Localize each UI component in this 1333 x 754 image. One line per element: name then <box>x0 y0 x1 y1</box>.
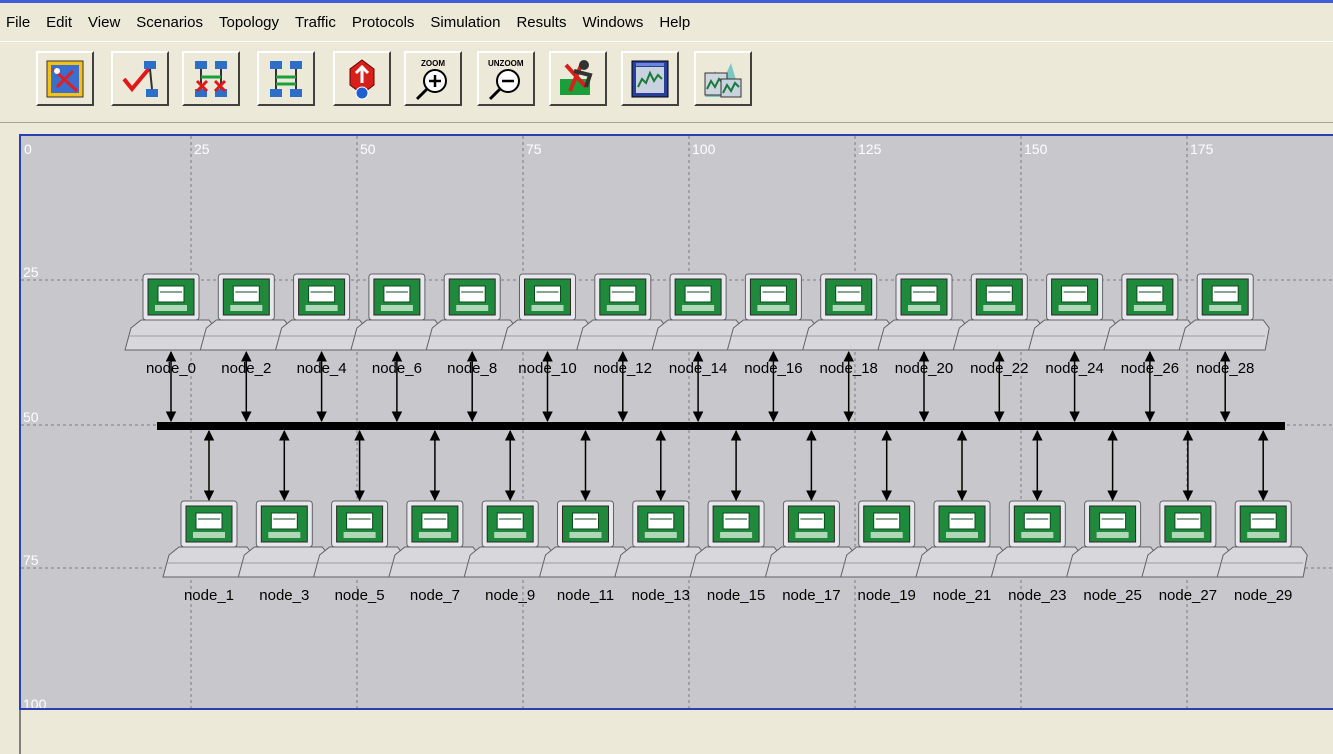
x-tick-label: 75 <box>526 141 542 157</box>
menu-file[interactable]: File <box>6 14 30 31</box>
workstation-node-0[interactable]: node_0 <box>124 273 216 377</box>
node-label: node_27 <box>1159 587 1217 604</box>
recover-links-icon <box>270 60 302 97</box>
run-simulation-icon <box>560 59 593 95</box>
workstation-node-10[interactable]: node_10 <box>500 273 593 377</box>
palette-icon <box>46 60 84 97</box>
recover-links-button[interactable] <box>257 51 315 106</box>
x-tick-label: 175 <box>1190 141 1214 157</box>
y-tick-label: 50 <box>23 409 39 425</box>
menu-bar: File Edit View Scenarios Topology Traffic Prot… <box>0 3 1333 41</box>
workstation-node-2[interactable]: node_2 <box>199 273 291 377</box>
workstation-node-20[interactable]: node_20 <box>877 273 969 377</box>
failed-links-button[interactable] <box>182 51 240 106</box>
palette-button[interactable] <box>36 51 94 106</box>
unzoom-icon: UNZOOM <box>488 59 524 100</box>
node-label: node_3 <box>259 587 309 604</box>
x-tick-label: 100 <box>692 141 716 157</box>
view-results-button[interactable] <box>621 51 679 106</box>
node-label: node_5 <box>335 587 385 604</box>
node-label: node_11 <box>557 587 614 604</box>
svg-text:UNZOOM: UNZOOM <box>488 59 524 68</box>
workstation-node-4[interactable]: node_4 <box>274 273 367 377</box>
workstation-node-27[interactable]: node_27 <box>1141 500 1233 604</box>
svg-text:ZOOM: ZOOM <box>421 59 445 68</box>
workstation-node-6[interactable]: node_6 <box>350 273 442 377</box>
implement-icon <box>349 58 375 99</box>
view-results-icon <box>631 60 669 97</box>
node-label: node_17 <box>782 587 840 604</box>
failed-links-icon <box>195 60 227 97</box>
workstation-node-14[interactable]: node_14 <box>651 273 743 377</box>
menu-topology[interactable]: Topology <box>219 14 279 31</box>
run-simulation-button[interactable] <box>549 51 607 106</box>
unzoom-button[interactable]: UNZOOM <box>477 51 535 106</box>
x-tick-label: 50 <box>360 141 376 157</box>
x-tick-label: 25 <box>194 141 210 157</box>
workstation-node-12[interactable]: node_12 <box>576 273 668 377</box>
node-label: node_1 <box>184 587 234 604</box>
workstation-node-13[interactable]: node_13 <box>614 500 706 604</box>
menu-help[interactable]: Help <box>659 14 690 31</box>
network-canvas[interactable]: 0 25 50 75 100 125 150 175255075100node_0 node_2… <box>21 136 1333 710</box>
y-tick-label: 25 <box>23 264 39 280</box>
menu-scenarios[interactable]: Scenarios <box>136 14 203 31</box>
y-tick-label: 75 <box>23 552 39 568</box>
menu-view[interactable]: View <box>88 14 120 31</box>
menu-results[interactable]: Results <box>516 14 566 31</box>
workstation-node-29[interactable]: node_29 <box>1216 500 1308 604</box>
zoom-button[interactable]: ZOOM <box>404 51 462 106</box>
node-label: node_9 <box>485 587 535 604</box>
node-label: node_25 <box>1083 587 1141 604</box>
workstation-node-21[interactable]: node_21 <box>915 500 1007 604</box>
hide-graphs-icon <box>704 62 742 97</box>
workstation-node-28[interactable]: node_28 <box>1178 273 1270 377</box>
workstation-node-19[interactable]: node_19 <box>840 500 932 604</box>
workstation-node-3[interactable]: node_3 <box>237 500 329 604</box>
workstation-node-25[interactable]: node_25 <box>1065 500 1158 604</box>
node-label: node_19 <box>857 587 915 604</box>
workstation-node-23[interactable]: node_23 <box>990 500 1082 604</box>
verify-links-icon <box>122 60 158 97</box>
node-label: node_15 <box>707 587 765 604</box>
workstation-node-7[interactable]: node_7 <box>388 500 480 604</box>
workstation-node-11[interactable]: node_11 <box>538 500 631 604</box>
workstation-node-26[interactable]: node_26 <box>1103 273 1195 377</box>
project-workspace[interactable]: 0 25 50 75 100 125 150 175 25 50 75 100 node_0 node_2… <box>19 134 1333 710</box>
menu-traffic[interactable]: Traffic <box>295 14 336 31</box>
zoom-icon: ZOOM <box>415 59 447 100</box>
workstation-node-16[interactable]: node_16 <box>726 273 818 377</box>
toolbar: ZOOM UNZOOM <box>0 41 1333 123</box>
x-tick-label: 0 <box>24 141 32 157</box>
workstation-node-15[interactable]: node_15 <box>689 500 781 604</box>
workstation-node-9[interactable]: node_9 <box>463 500 555 604</box>
menu-simulation[interactable]: Simulation <box>430 14 500 31</box>
node-label: node_23 <box>1008 587 1066 604</box>
workstation-node-5[interactable]: node_5 <box>312 500 405 604</box>
workstation-node-22[interactable]: node_22 <box>952 273 1044 377</box>
workstation-node-17[interactable]: node_17 <box>764 500 856 604</box>
menu-windows[interactable]: Windows <box>582 14 643 31</box>
implement-button[interactable] <box>333 51 391 106</box>
menu-protocols[interactable]: Protocols <box>352 14 415 31</box>
node-label: node_29 <box>1234 587 1292 604</box>
x-tick-label: 125 <box>858 141 882 157</box>
status-pane <box>19 710 1333 754</box>
verify-links-button[interactable] <box>111 51 169 106</box>
workstation-node-18[interactable]: node_18 <box>802 273 894 377</box>
workstation-node-24[interactable]: node_24 <box>1027 273 1120 377</box>
node-label: node_21 <box>933 587 991 604</box>
hide-graphs-button[interactable] <box>694 51 752 106</box>
node-label: node_7 <box>410 587 460 604</box>
y-tick-label: 100 <box>23 696 47 710</box>
x-tick-label: 150 <box>1024 141 1048 157</box>
workstation-node-8[interactable]: node_8 <box>425 273 517 377</box>
workstation-node-1[interactable]: node_1 <box>162 500 254 604</box>
menu-edit[interactable]: Edit <box>46 14 72 31</box>
node-label: node_13 <box>632 587 690 604</box>
